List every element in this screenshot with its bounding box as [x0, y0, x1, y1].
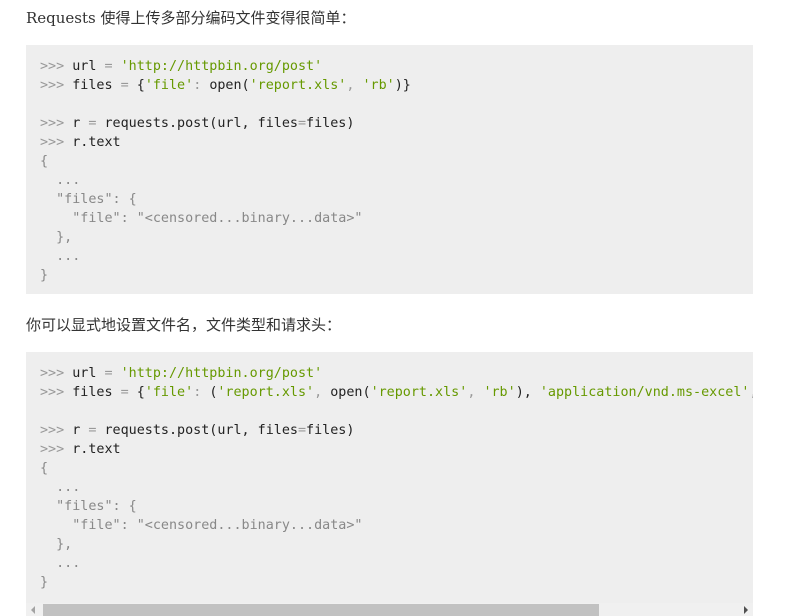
code-token: requests.post(url, files: [104, 423, 298, 438]
horizontal-scrollbar[interactable]: [26, 603, 753, 616]
code-token: ...: [40, 173, 81, 188]
code-token: r: [72, 116, 89, 131]
code-token: },: [40, 230, 73, 245]
code-token: {: [40, 461, 49, 476]
code-token: r.text: [72, 135, 121, 150]
code-token: "file": "<censored...binary...data>": [40, 518, 363, 533]
code-token: =: [104, 59, 121, 74]
code-token: requests.post(url, files: [104, 116, 298, 131]
code-token: >>>: [40, 423, 73, 438]
code-token: 'report.xls': [370, 385, 468, 400]
code-token: =: [88, 116, 105, 131]
code-token: 'http://httpbin.org/post': [120, 366, 323, 381]
code-token: 'rb': [362, 78, 395, 93]
code-token: =: [120, 385, 137, 400]
code-token: r.text: [72, 442, 121, 457]
code-token: )}: [394, 78, 411, 93]
code-token: ...: [40, 249, 81, 264]
code-token: files): [306, 423, 355, 438]
code-token: }: [40, 575, 49, 590]
scroll-left-arrow-icon[interactable]: [31, 606, 35, 614]
code-token: ,: [346, 78, 363, 93]
code-token: url: [72, 366, 105, 381]
code-block-explicit-upload: >>> url = 'http://httpbin.org/post' >>> …: [26, 352, 753, 603]
code-token: ...: [40, 480, 81, 495]
code-token: url: [72, 59, 105, 74]
code-token: >>>: [40, 442, 73, 457]
code-token: =: [297, 116, 307, 131]
code-token: 'rb': [483, 385, 516, 400]
code-token: }: [40, 268, 49, 283]
code-token: {: [136, 385, 145, 400]
code-token: ,: [314, 385, 331, 400]
code-token: files: [72, 385, 121, 400]
code-token: >>>: [40, 366, 73, 381]
code-token: >>>: [40, 116, 73, 131]
code-token: :: [193, 78, 210, 93]
code-token: 'file': [144, 385, 194, 400]
code-token: },: [40, 537, 73, 552]
code-token: =: [120, 78, 137, 93]
code-token: {: [40, 154, 49, 169]
intro-paragraph: Requests 使得上传多部分编码文件变得很简单：: [26, 9, 356, 27]
code-token: =: [88, 423, 105, 438]
code-token: open(: [330, 385, 371, 400]
code-token: "files": {: [40, 499, 137, 514]
code-token: :: [193, 385, 210, 400]
explicit-filename-paragraph: 你可以显式地设置文件名，文件类型和请求头：: [26, 316, 342, 334]
code-token: 'application/vnd.ms-excel': [539, 385, 750, 400]
code-token: files: [72, 78, 121, 93]
code-token: ),: [515, 385, 540, 400]
code-token: {: [136, 78, 145, 93]
code-token: >>>: [40, 59, 73, 74]
code-token: >>>: [40, 78, 73, 93]
code-token: >>>: [40, 135, 73, 150]
code-token: ...: [40, 556, 81, 571]
code-token: files): [306, 116, 355, 131]
code-block-simple-upload: >>> url = 'http://httpbin.org/post' >>> …: [26, 45, 753, 294]
code-token: 'report.xls': [217, 385, 315, 400]
code-token: open(: [209, 78, 250, 93]
code-token: "file": "<censored...binary...data>": [40, 211, 363, 226]
code-token: 'http://httpbin.org/post': [120, 59, 323, 74]
code-token: =: [297, 423, 307, 438]
code-token: ,: [749, 385, 753, 400]
code-token: r: [72, 423, 89, 438]
code-text: >>> url = 'http://httpbin.org/post' >>> …: [26, 352, 753, 603]
scroll-right-arrow-icon[interactable]: [744, 606, 748, 614]
code-token: =: [104, 366, 121, 381]
code-token: 'file': [144, 78, 194, 93]
code-token: "files": {: [40, 192, 137, 207]
code-token: ,: [467, 385, 484, 400]
code-text: >>> url = 'http://httpbin.org/post' >>> …: [26, 45, 753, 294]
code-token: 'report.xls': [249, 78, 347, 93]
scrollbar-thumb[interactable]: [43, 604, 599, 616]
code-token: >>>: [40, 385, 73, 400]
